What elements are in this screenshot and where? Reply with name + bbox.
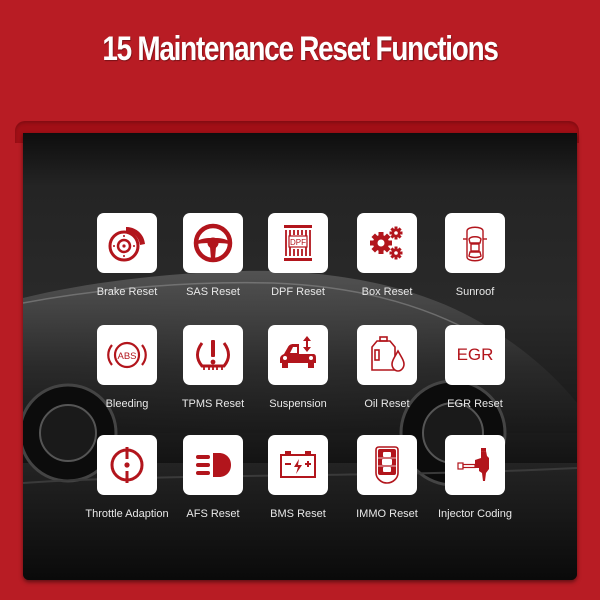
- dpf-filter-icon: DPF: [284, 225, 312, 261]
- function-tile-immo-reset[interactable]: [357, 435, 417, 495]
- throttle-icon: [110, 447, 144, 483]
- function-label: Injector Coding: [438, 508, 512, 520]
- function-tile-bms-reset[interactable]: [268, 435, 328, 495]
- headlight-icon: [196, 453, 231, 477]
- brake-disc-icon: [108, 227, 145, 262]
- egr-text-icon: EGR: [456, 345, 494, 364]
- steering-wheel-icon: [193, 223, 233, 263]
- function-tile-brake-reset[interactable]: [97, 213, 157, 273]
- function-tile-egr-reset[interactable]: EGR: [445, 325, 505, 385]
- tire-pressure-icon: [196, 340, 230, 370]
- svg-text:ABS: ABS: [117, 351, 136, 362]
- function-tile-suspension[interactable]: [268, 325, 328, 385]
- function-tile-tpms-reset[interactable]: [183, 325, 243, 385]
- injector-icon: [457, 448, 489, 481]
- function-tile-throttle-adaption[interactable]: [97, 435, 157, 495]
- oil-can-icon: [371, 336, 405, 372]
- key-fob-icon: [375, 446, 399, 484]
- abs-warning-icon: ABS: [107, 341, 147, 369]
- gears-icon: [370, 226, 403, 260]
- svg-text:DPF: DPF: [290, 238, 306, 247]
- car-suspension-icon: [280, 336, 316, 368]
- function-tile-bleeding[interactable]: ABS: [97, 325, 157, 385]
- function-tile-dpf-reset[interactable]: DPF: [268, 213, 328, 273]
- function-tile-afs-reset[interactable]: [183, 435, 243, 495]
- function-tile-injector-coding[interactable]: [445, 435, 505, 495]
- page-title: 15 Maintenance Reset Functions: [102, 30, 499, 68]
- car-top-view-icon: [463, 226, 487, 262]
- function-tile-sas-reset[interactable]: [183, 213, 243, 273]
- function-tile-box-reset[interactable]: [357, 213, 417, 273]
- function-label: Sunroof: [455, 286, 495, 298]
- function-tile-sunroof[interactable]: [445, 213, 505, 273]
- function-tile-oil-reset[interactable]: [357, 325, 417, 385]
- battery-icon: [280, 451, 316, 478]
- function-label: EGR Reset: [447, 398, 503, 410]
